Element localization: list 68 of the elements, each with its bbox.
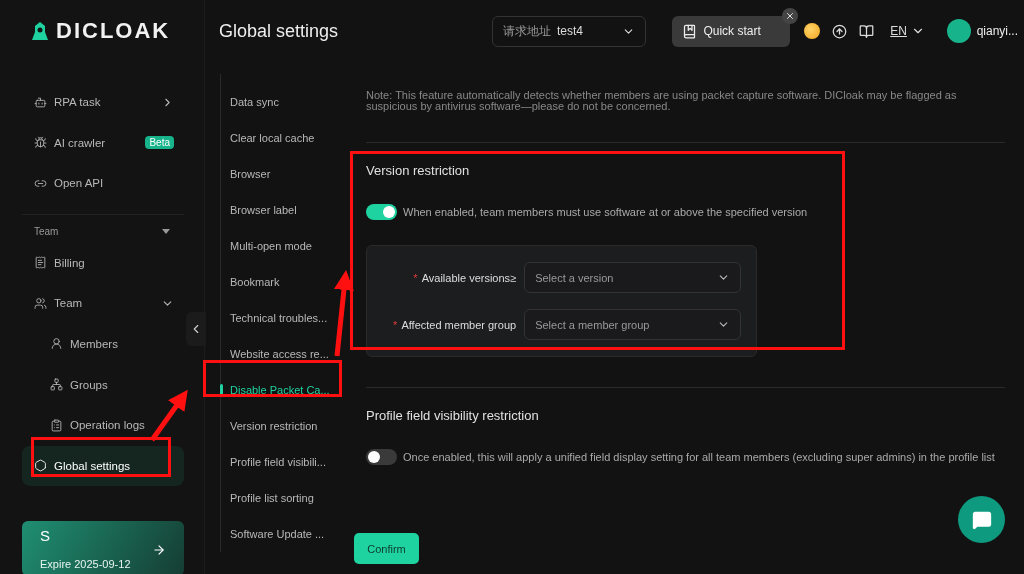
close-icon[interactable] bbox=[782, 7, 799, 24]
subnav-item[interactable]: Software Update ... bbox=[221, 516, 325, 552]
toggle-description: When enabled, team members must use software at or above the specified version bbox=[403, 205, 808, 220]
quick-start-button[interactable]: Quick start bbox=[672, 15, 791, 47]
required-mark: * bbox=[413, 271, 418, 284]
confirm-button[interactable]: Confirm bbox=[354, 533, 419, 564]
annotation-arrow bbox=[149, 389, 188, 442]
logo-icon bbox=[32, 22, 48, 40]
sidebar-item[interactable]: Operation logs bbox=[22, 405, 184, 446]
subnav-item[interactable]: Data sync bbox=[221, 84, 279, 120]
caret-icon[interactable] bbox=[162, 228, 170, 235]
book-icon bbox=[682, 23, 698, 39]
subnav-item[interactable]: Version restriction bbox=[221, 408, 318, 444]
plan-letter: S bbox=[40, 527, 51, 544]
plan-card[interactable]: S Expire 2025-09-12 bbox=[22, 521, 184, 574]
select-field[interactable]: Select a version bbox=[524, 262, 741, 293]
toggle-switch[interactable] bbox=[366, 204, 397, 220]
clipboard-icon bbox=[50, 418, 63, 432]
plan-expiry: Expire 2025-09-12 bbox=[40, 558, 132, 570]
user-icon bbox=[50, 337, 63, 351]
logo-text: DICLOAK bbox=[56, 18, 171, 44]
sidebar-item[interactable]: Global settings bbox=[22, 445, 184, 486]
subnav-item[interactable]: Website access re... bbox=[221, 336, 329, 372]
subnav-item[interactable]: Browser label bbox=[221, 192, 297, 228]
subnav-item[interactable]: Multi-open mode bbox=[221, 228, 312, 264]
note-text: Note: This feature automatically detects whether members are using packet capture software. DICloak may be flagged as suspicious by antivirus software—please do not be concerned. bbox=[366, 90, 958, 112]
required-mark: * bbox=[393, 318, 398, 331]
sidebar-item[interactable]: AI crawler Beta bbox=[22, 122, 184, 163]
network-icon bbox=[50, 378, 63, 392]
collapse-button[interactable] bbox=[186, 312, 206, 346]
page-title: Global settings bbox=[219, 20, 340, 42]
subnav-item[interactable]: Profile list sorting bbox=[221, 480, 314, 516]
section-title: Version restriction bbox=[366, 163, 471, 178]
subnav-item[interactable]: Disable Packet Ca... bbox=[221, 372, 330, 408]
sidebar-item[interactable]: Groups bbox=[22, 364, 184, 405]
toggle-switch[interactable] bbox=[366, 449, 397, 465]
sidebar-item[interactable]: Team bbox=[22, 283, 184, 324]
hexagon-icon bbox=[34, 459, 47, 473]
address-select[interactable]: 请求地址 test4 bbox=[491, 15, 647, 47]
robot-icon bbox=[34, 95, 47, 109]
subnav-item[interactable]: Profile field visibili... bbox=[221, 444, 326, 480]
language-select[interactable]: EN bbox=[890, 24, 907, 38]
coin-icon[interactable] bbox=[804, 23, 821, 39]
book-open-icon[interactable] bbox=[859, 23, 875, 39]
beta-badge: Beta bbox=[145, 136, 174, 150]
subnav-item[interactable]: Technical troubles... bbox=[221, 300, 328, 336]
bug-icon bbox=[34, 136, 47, 150]
receipt-icon bbox=[34, 256, 47, 270]
avatar[interactable] bbox=[946, 19, 971, 43]
sidebar-item[interactable]: Members bbox=[22, 323, 184, 364]
subnav-item[interactable]: Browser bbox=[221, 156, 271, 192]
select-field[interactable]: Select a member group bbox=[524, 309, 741, 340]
field-label: Available versions≥ bbox=[421, 271, 517, 284]
chat-icon bbox=[971, 509, 992, 530]
subnav-item[interactable]: Clear local cache bbox=[221, 120, 315, 156]
upload-icon[interactable] bbox=[832, 23, 848, 39]
users-icon bbox=[34, 296, 47, 310]
section-label: Team bbox=[34, 226, 60, 238]
section-title: Profile field visibility restriction bbox=[366, 408, 540, 423]
sidebar-item[interactable]: Billing bbox=[22, 242, 184, 283]
active-marker bbox=[220, 384, 223, 396]
sidebar-item[interactable]: Open API bbox=[22, 163, 184, 204]
sidebar-item[interactable]: RPA task bbox=[22, 82, 184, 122]
toggle-description: Once enabled, this will apply a unified field display setting for all team members (excluding super admins) in the profile list bbox=[403, 450, 995, 465]
subnav-item[interactable]: Bookmark bbox=[221, 264, 280, 300]
user-name[interactable]: qianyi... bbox=[976, 24, 1018, 38]
chat-button[interactable] bbox=[958, 496, 1005, 543]
field-label: Affected member group bbox=[401, 318, 517, 331]
